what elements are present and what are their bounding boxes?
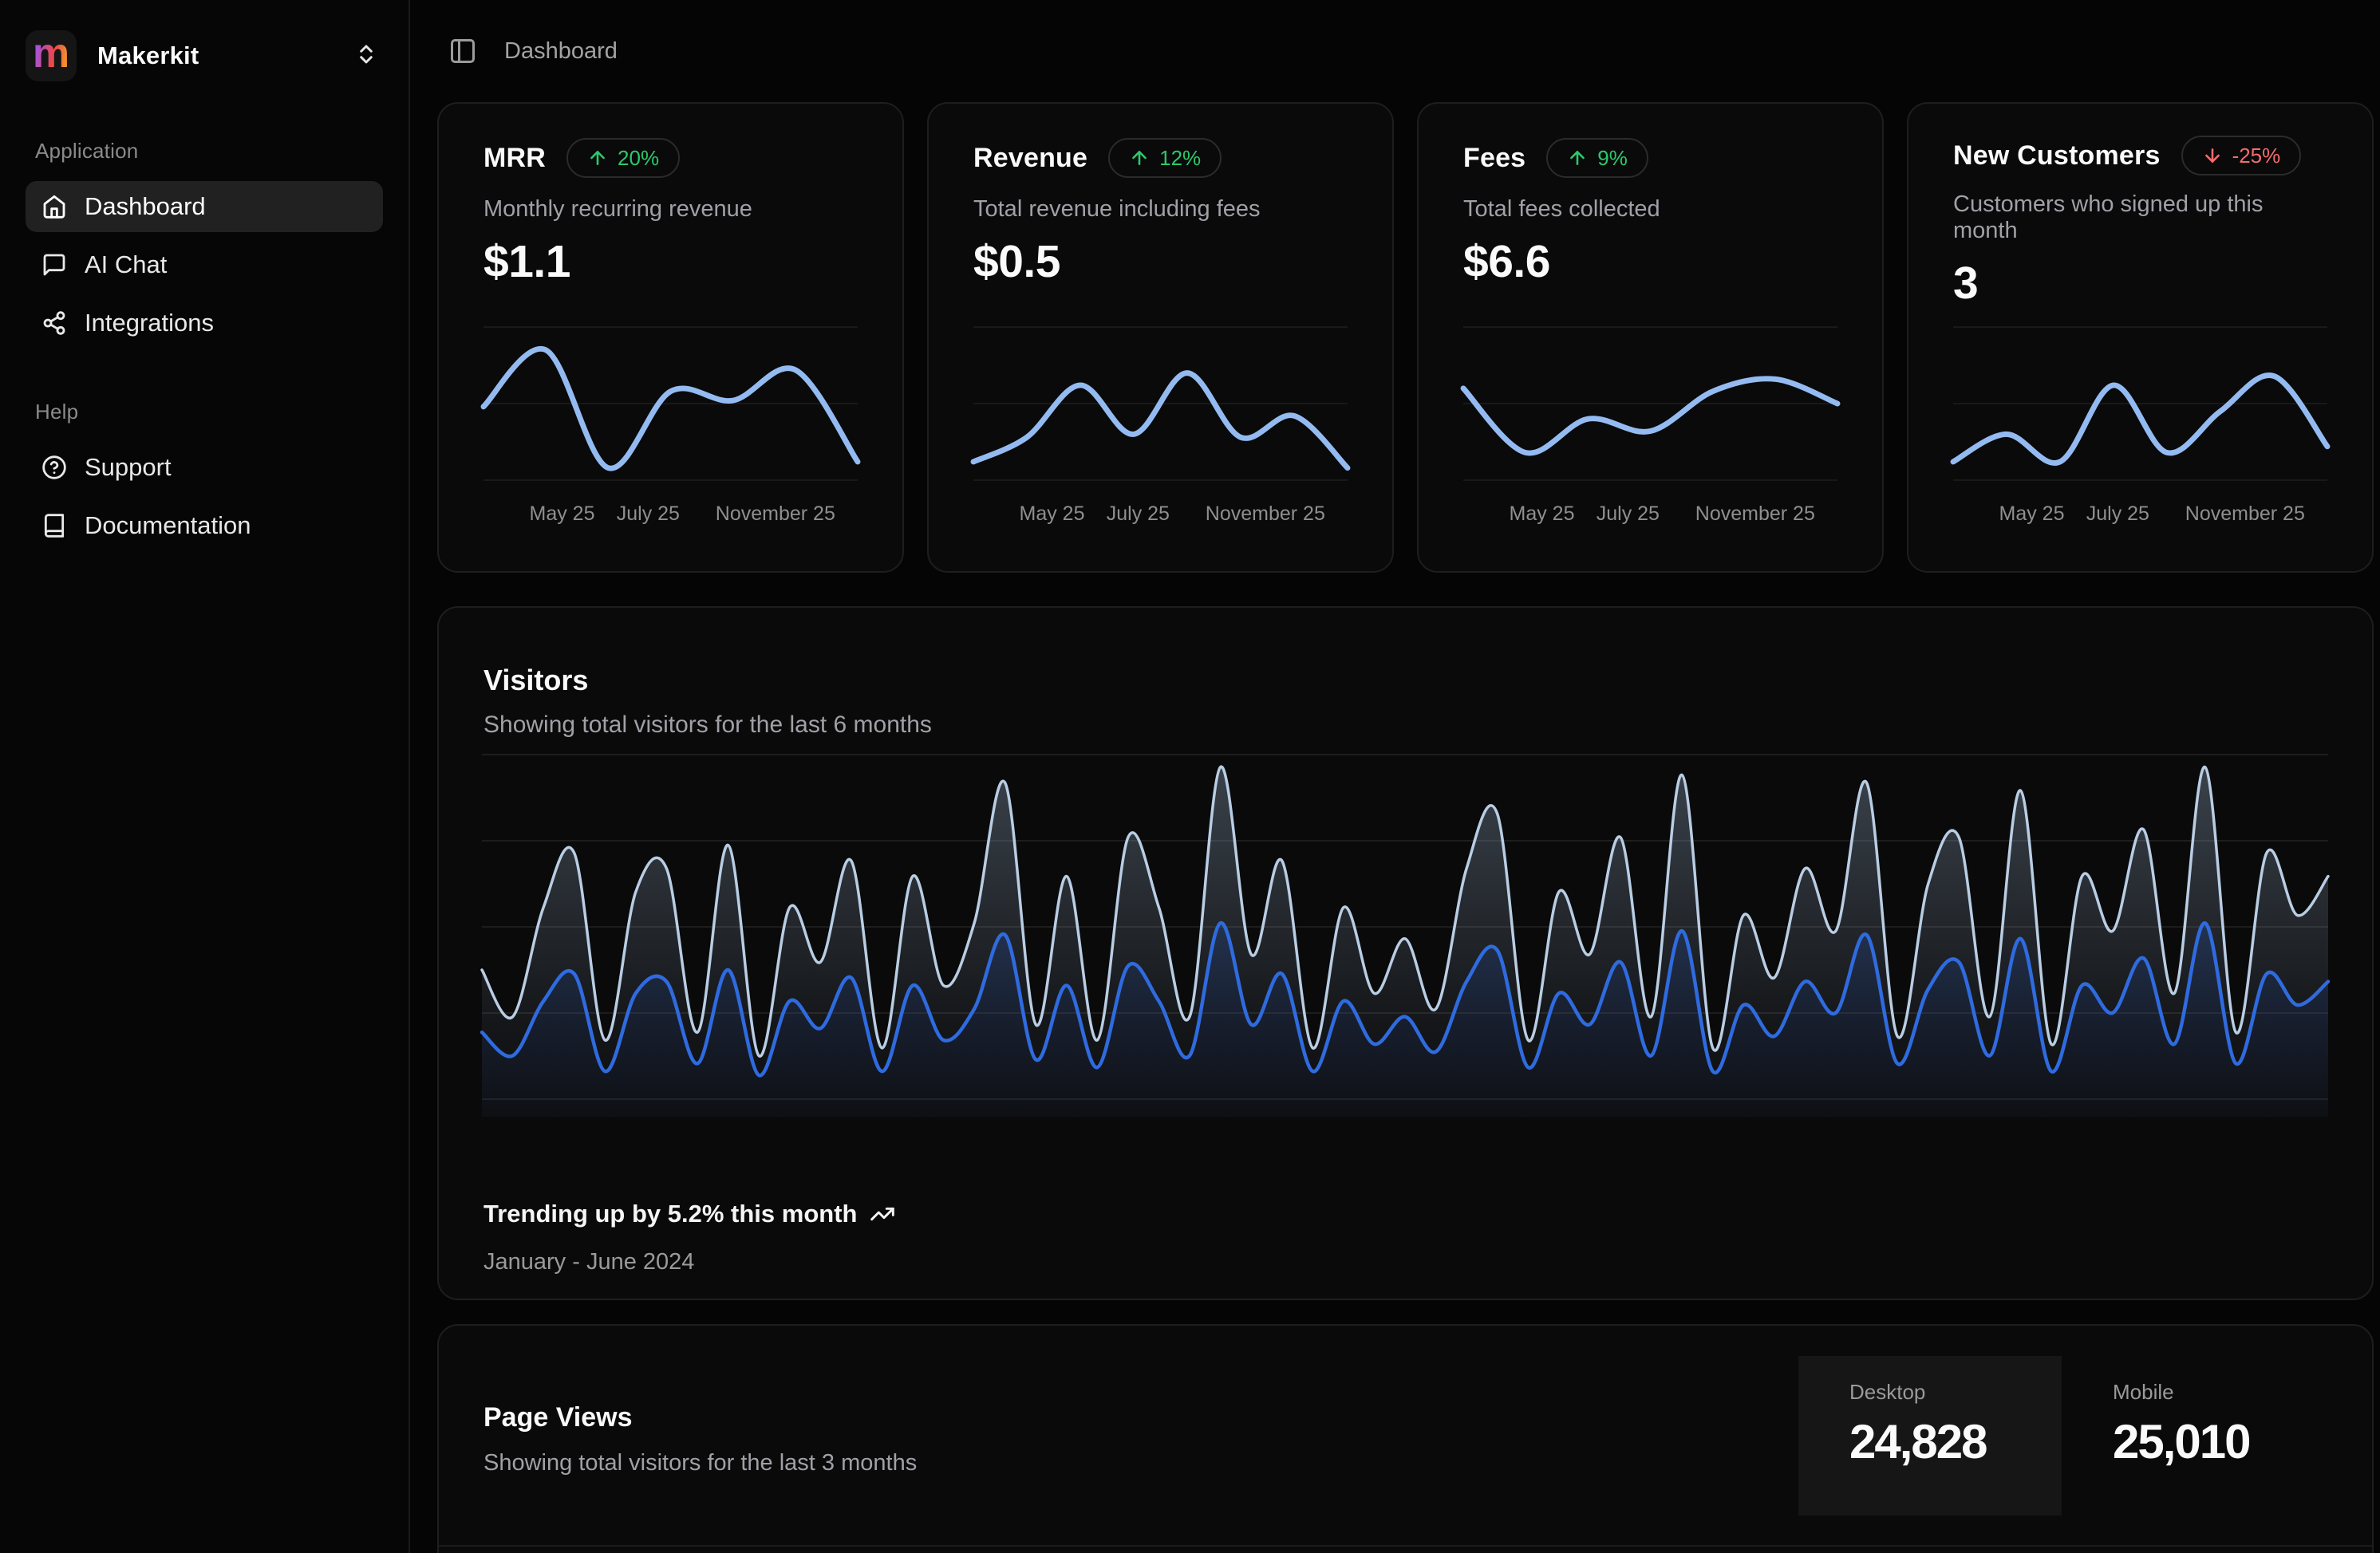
chat-bubble-icon xyxy=(41,252,67,278)
stat-cards-row: MRR 20% Monthly recurring revenue $1.1 M… xyxy=(437,102,2374,573)
visitors-trend-note: Trending up by 5.2% this month xyxy=(483,1200,857,1228)
stat-card-mrr: MRR 20% Monthly recurring revenue $1.1 M… xyxy=(437,102,904,573)
home-icon xyxy=(41,194,67,219)
sidebar-item-dashboard[interactable]: Dashboard xyxy=(26,181,383,232)
stat-title: MRR xyxy=(483,143,546,174)
stat-description: Monthly recurring revenue xyxy=(483,196,858,223)
visitors-area-chart xyxy=(482,750,2328,1117)
sidebar-nav-application: Dashboard AI Chat Integrations xyxy=(26,181,383,349)
sidebar-item-support[interactable]: Support xyxy=(26,442,383,493)
sidebar-item-integrations[interactable]: Integrations xyxy=(26,298,383,349)
makerkit-logo: m xyxy=(26,30,77,81)
sidebar-item-label: Documentation xyxy=(85,511,251,540)
main-area: Dashboard MRR 20% Monthly recurring reve… xyxy=(410,0,2380,1553)
stat-card-fees: Fees 9% Total fees collected $6.6 May 25 xyxy=(1417,102,1884,573)
stat-title: Revenue xyxy=(973,143,1087,174)
visitors-card: Visitors Showing total visitors for the … xyxy=(437,606,2374,1300)
topbar: Dashboard xyxy=(410,0,2380,102)
arrow-up-icon xyxy=(1567,148,1588,168)
sparkline-x-axis: May 25 July 25 November 25 xyxy=(1463,503,1837,536)
desktop-label: Desktop xyxy=(1849,1380,2062,1405)
sidebar: m Makerkit Application Dashboard AI Chat xyxy=(0,0,410,1553)
trend-badge: 20% xyxy=(566,138,680,178)
desktop-value: 24,828 xyxy=(1849,1414,2062,1469)
sidebar-section-help: Help xyxy=(35,400,383,424)
trend-badge: 9% xyxy=(1546,138,1648,178)
workspace-name: Makerkit xyxy=(97,41,199,70)
sidebar-item-label: AI Chat xyxy=(85,250,167,279)
breadcrumb: Dashboard xyxy=(504,38,618,65)
page-views-description: Showing total visitors for the last 3 mo… xyxy=(483,1450,917,1476)
stat-value: $0.5 xyxy=(973,235,1348,288)
trend-badge-value: -25% xyxy=(2232,144,2281,168)
trend-badge: 12% xyxy=(1108,138,1222,178)
sparkline-x-axis: May 25 July 25 November 25 xyxy=(483,503,858,536)
page-views-toggle-mobile[interactable]: Mobile 25,010 xyxy=(2062,1356,2325,1516)
sidebar-item-ai-chat[interactable]: AI Chat xyxy=(26,239,383,290)
visitors-period: January - June 2024 xyxy=(483,1249,694,1275)
sidebar-item-documentation[interactable]: Documentation xyxy=(26,500,383,551)
arrow-down-icon xyxy=(2202,145,2223,166)
page-views-card: Page Views Showing total visitors for th… xyxy=(437,1324,2374,1553)
stat-value: $6.6 xyxy=(1463,235,1837,288)
visitors-description: Showing total visitors for the last 6 mo… xyxy=(483,711,932,739)
trend-badge-value: 20% xyxy=(618,146,659,171)
share-icon xyxy=(41,310,67,336)
arrow-up-icon xyxy=(1129,148,1150,168)
stat-description: Customers who signed up this month xyxy=(1953,191,2327,244)
sparkline-x-axis: May 25 July 25 November 25 xyxy=(973,503,1348,536)
workspace-switcher[interactable]: m Makerkit xyxy=(26,29,383,83)
chevrons-up-down-icon xyxy=(354,42,378,70)
visitors-title: Visitors xyxy=(483,664,588,697)
stat-card-revenue: Revenue 12% Total revenue including fees… xyxy=(927,102,1394,573)
stat-value: 3 xyxy=(1953,257,2327,309)
trending-up-icon xyxy=(870,1201,895,1227)
sidebar-item-label: Integrations xyxy=(85,309,214,337)
stat-value: $1.1 xyxy=(483,235,858,288)
sidebar-section-application: Application xyxy=(35,139,383,164)
content: MRR 20% Monthly recurring revenue $1.1 M… xyxy=(410,102,2380,1553)
revenue-sparkline-chart xyxy=(973,309,1348,498)
page-views-title: Page Views xyxy=(483,1402,633,1433)
help-circle-icon xyxy=(41,455,67,480)
sidebar-item-label: Support xyxy=(85,453,172,482)
stat-title: Fees xyxy=(1463,143,1525,174)
fees-sparkline-chart xyxy=(1463,309,1837,498)
page-views-header: Page Views Showing total visitors for th… xyxy=(439,1326,2372,1547)
mobile-label: Mobile xyxy=(2113,1380,2325,1405)
trend-badge-value: 9% xyxy=(1597,146,1628,171)
mrr-sparkline-chart xyxy=(483,309,858,498)
sidebar-nav-help: Support Documentation xyxy=(26,442,383,551)
app-root: m Makerkit Application Dashboard AI Chat xyxy=(0,0,2380,1553)
stat-description: Total fees collected xyxy=(1463,196,1837,223)
stat-description: Total revenue including fees xyxy=(973,196,1348,223)
logo-letter: m xyxy=(33,33,69,74)
page-views-toggle-desktop[interactable]: Desktop 24,828 xyxy=(1798,1356,2062,1516)
trend-badge-value: 12% xyxy=(1159,146,1201,171)
sidebar-item-label: Dashboard xyxy=(85,192,206,221)
sparkline-x-axis: May 25 July 25 November 25 xyxy=(1953,503,2327,536)
book-icon xyxy=(41,513,67,538)
new-customers-sparkline-chart xyxy=(1953,309,2327,498)
trend-badge: -25% xyxy=(2181,136,2302,175)
mobile-value: 25,010 xyxy=(2113,1414,2325,1469)
sidebar-toggle-icon[interactable] xyxy=(448,37,477,65)
stat-card-new-customers: New Customers -25% Customers who signed … xyxy=(1907,102,2374,573)
stat-title: New Customers xyxy=(1953,140,2161,171)
arrow-up-icon xyxy=(587,148,608,168)
